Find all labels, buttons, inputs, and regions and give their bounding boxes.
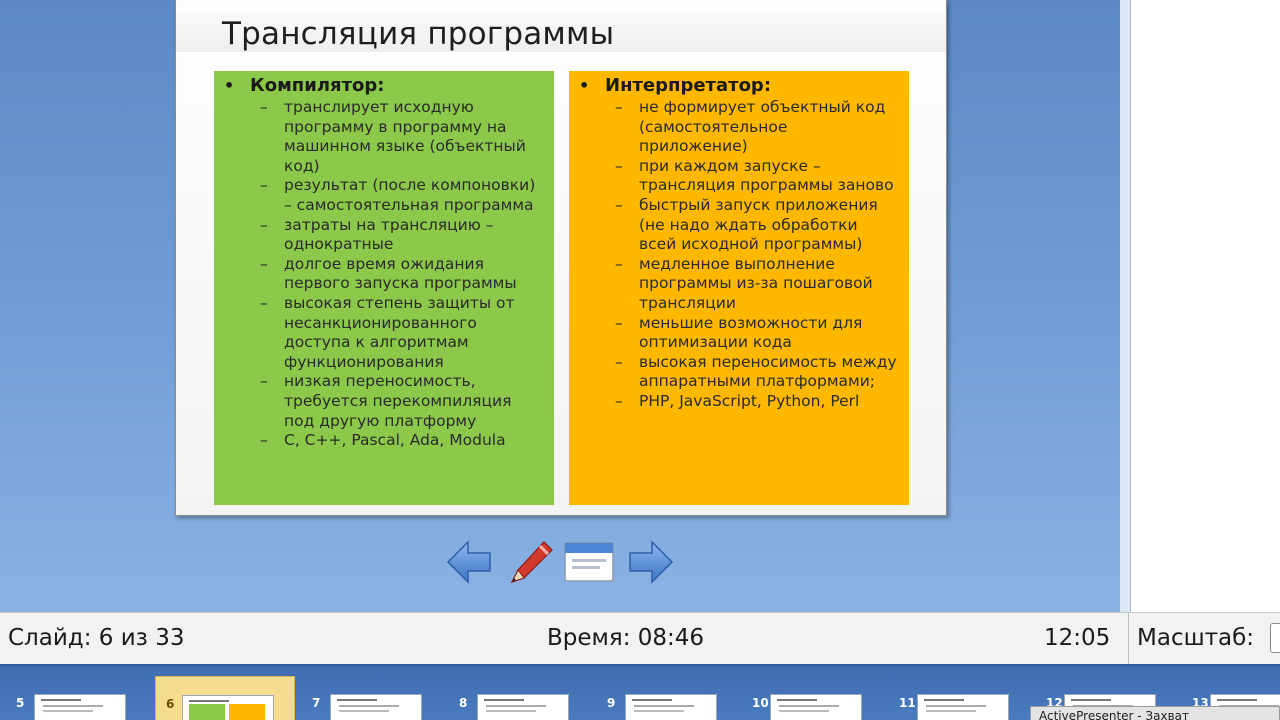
thumbnail-preview: [182, 695, 274, 720]
slide-menu-icon: [564, 542, 614, 582]
compiler-item: – C, C++, Pascal, Ada, Modula: [224, 431, 544, 451]
interpreter-item-text: медленное выполнение программы из-за пош…: [639, 254, 873, 312]
compiler-item-text: долгое время ожидания первого запуска пр…: [284, 254, 517, 293]
dash: –: [615, 391, 623, 410]
compiler-item-text: транслирует исходную программу в програм…: [284, 98, 526, 175]
interpreter-list: – не формирует объектный код (самостоятел…: [579, 98, 899, 412]
thumbnail-active[interactable]: 6: [155, 676, 295, 720]
compiler-item-text: высокая степень защиты от несанкциониров…: [284, 293, 515, 371]
compiler-item: – результат (после компоновки) – самостоя…: [224, 176, 544, 215]
interpreter-item: – при каждом запуске – трансляция програм…: [579, 157, 899, 196]
slide-navigation: [446, 536, 676, 588]
thumbnail-preview: [917, 694, 1009, 720]
next-slide-button[interactable]: [628, 539, 674, 589]
clock: 12:05: [1044, 625, 1111, 651]
interpreter-item: – PHP, JavaScript, Python, Perl: [579, 392, 899, 412]
thumbnail-preview: [330, 694, 422, 720]
thumbnail-preview: [625, 694, 717, 720]
interpreter-item: – не формирует объектный код (самостоятел…: [579, 98, 899, 157]
status-bar: Слайд: 6 из 33 Время: 08:46 12:05 Масшта…: [0, 612, 1280, 665]
compiler-item-text: C, C++, Pascal, Ada, Modula: [284, 431, 506, 450]
compiler-item-text: затраты на трансляцию – однократные: [284, 215, 494, 254]
interpreter-item-text: PHP, JavaScript, Python, Perl: [639, 391, 860, 410]
slide-menu-button[interactable]: [564, 542, 614, 588]
slide-title: Трансляция программы: [222, 16, 615, 52]
dash: –: [260, 431, 268, 450]
interpreter-column: • Интерпретатор: – не формирует объектный…: [569, 71, 909, 505]
bullet: •: [224, 76, 235, 95]
taskbar-popup[interactable]: ActivePresenter - Захват: [1030, 706, 1280, 720]
compiler-list: – транслирует исходную программу в програ…: [224, 98, 544, 451]
thumbnail-number: 10: [752, 696, 769, 710]
thumbnail-number: 5: [16, 696, 25, 710]
thumbnail[interactable]: 11: [897, 678, 1037, 720]
arrow-right-icon: [629, 540, 674, 584]
interpreter-item: – медленное выполнение программы из-за по…: [579, 255, 899, 314]
thumbnail-number: 9: [607, 696, 616, 710]
dash: –: [615, 254, 623, 273]
notes-panel: [1120, 0, 1280, 612]
dash: –: [260, 176, 268, 195]
pen-icon: [510, 541, 553, 584]
thumbnail-number: 7: [312, 696, 321, 710]
interpreter-item: – быстрый запуск приложения (не надо ждат…: [579, 196, 899, 255]
dash: –: [615, 98, 623, 116]
thumbnail-preview: [770, 694, 862, 720]
dash: –: [260, 254, 268, 273]
interpreter-item-text: быстрый запуск приложения (не надо ждать…: [639, 195, 878, 254]
dash: –: [615, 156, 623, 175]
pen-tool-button[interactable]: [502, 536, 556, 594]
previous-slide-button[interactable]: [446, 539, 492, 589]
compiler-item: – низкая переносимость, требуется переком…: [224, 372, 544, 431]
thumbnail-number: 6: [166, 697, 175, 711]
thumbnail-preview: [477, 694, 569, 720]
current-slide: Трансляция программы • Компилятор: – тран…: [175, 0, 947, 516]
compiler-item: – затраты на трансляцию – однократные: [224, 216, 544, 255]
compiler-column: • Компилятор: – транслирует исходную прог…: [214, 71, 554, 505]
interpreter-item-text: высокая переносимость между аппаратными …: [639, 352, 897, 391]
interpreter-item-text: при каждом запуске – трансляция программ…: [639, 156, 894, 195]
interpreter-heading-text: Интерпретатор:: [605, 75, 772, 96]
interpreter-item: – меньшие возможности для оптимизации код…: [579, 314, 899, 353]
arrow-left-icon: [446, 540, 491, 584]
thumbnail[interactable]: 10: [750, 678, 890, 720]
interpreter-heading: • Интерпретатор:: [579, 75, 899, 97]
notes-area: [1130, 0, 1280, 612]
thumbnail[interactable]: 7: [310, 678, 450, 720]
thumbnail[interactable]: 5: [14, 678, 154, 720]
zoom-control[interactable]: [1270, 623, 1280, 653]
interpreter-item-text: меньшие возможности для оптимизации кода: [639, 313, 863, 352]
compiler-item-text: результат (после компоновки) – самостоят…: [284, 176, 536, 214]
dash: –: [260, 372, 268, 391]
thumbnail-preview: [34, 694, 126, 720]
bullet: •: [579, 76, 590, 95]
status-divider: [1128, 613, 1129, 665]
dash: –: [615, 313, 623, 332]
dash: –: [260, 293, 268, 312]
dash: –: [260, 98, 268, 116]
compiler-item-text: низкая переносимость, требуется перекомп…: [284, 372, 512, 430]
thumbnail-number: 11: [899, 696, 916, 710]
thumbnail[interactable]: 8: [457, 678, 597, 720]
elapsed-time: Время: 08:46: [547, 625, 705, 651]
interpreter-item-text: не формирует объектный код (самостоятель…: [639, 98, 886, 156]
compiler-item: – высокая степень защиты от несанкциониро…: [224, 294, 544, 372]
thumbnail[interactable]: 9: [605, 678, 745, 720]
dash: –: [615, 352, 623, 371]
interpreter-item: – высокая переносимость между аппаратными…: [579, 353, 899, 392]
compiler-heading-text: Компилятор:: [250, 75, 385, 96]
compiler-heading: • Компилятор:: [224, 75, 544, 97]
dash: –: [615, 195, 623, 214]
thumbnail-number: 8: [459, 696, 468, 710]
zoom-label: Масштаб:: [1137, 625, 1255, 651]
dash: –: [260, 215, 268, 234]
presenter-stage: Трансляция программы • Компилятор: – тран…: [0, 0, 1120, 612]
compiler-item: – транслирует исходную программу в програ…: [224, 98, 544, 176]
slide-counter: Слайд: 6 из 33: [8, 625, 185, 651]
compiler-item: – долгое время ожидания первого запуска п…: [224, 255, 544, 294]
